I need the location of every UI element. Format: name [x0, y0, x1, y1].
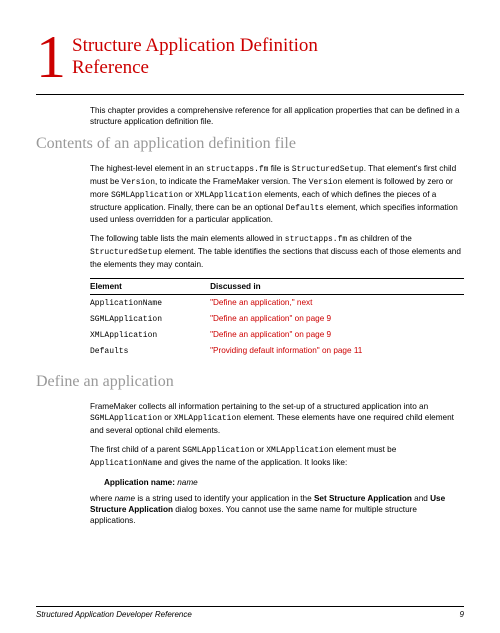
page-number: 9: [460, 610, 464, 619]
text: and gives the name of the application. I…: [162, 458, 347, 467]
code: XMLApplication: [266, 446, 333, 455]
code: SGMLApplication: [90, 414, 162, 423]
text: is a string used to identify your applic…: [135, 494, 314, 503]
chapter-title-line1: Structure Application Definition: [72, 35, 318, 56]
text: The highest-level element in an: [90, 164, 206, 173]
divider: [36, 94, 464, 95]
code: StructuredSetup: [292, 165, 364, 174]
variable: name: [115, 494, 135, 503]
text: element must be: [333, 445, 396, 454]
element-name: ApplicationName: [90, 299, 162, 308]
elements-table: Element Discussed in ApplicationName "De…: [90, 278, 464, 359]
code: SGMLApplication: [182, 446, 254, 455]
code: Version: [121, 178, 155, 187]
code: SGMLApplication: [111, 191, 183, 200]
section-heading-define: Define an application: [36, 373, 464, 391]
code: XMLApplication: [174, 414, 241, 423]
code: Version: [309, 178, 343, 187]
text: The first child of a parent: [90, 445, 182, 454]
table-row: Defaults "Providing default information"…: [90, 343, 464, 359]
code: ApplicationName: [90, 459, 162, 468]
section2-para1: FrameMaker collects all information pert…: [90, 401, 464, 436]
application-name-syntax: Application name: name: [104, 478, 464, 487]
table-row: XMLApplication "Define an application" o…: [90, 327, 464, 343]
element-name: SGMLApplication: [90, 315, 162, 324]
element-name: Defaults: [90, 347, 128, 356]
element-name: XMLApplication: [90, 331, 157, 340]
table-row: ApplicationName "Define an application,"…: [90, 295, 464, 312]
chapter-title: Structure Application Definition Referen…: [72, 35, 318, 79]
code: XMLApplication: [195, 191, 262, 200]
text: as children of the: [347, 234, 412, 243]
cross-reference-link[interactable]: "Providing default information" on page …: [210, 343, 464, 359]
text: where: [90, 494, 115, 503]
code: structapps.fm: [206, 165, 268, 174]
table-header-element: Element: [90, 279, 210, 295]
cross-reference-link[interactable]: "Define an application," next: [210, 295, 464, 312]
chapter-header: 1 Structure Application Definition Refer…: [36, 30, 464, 84]
table-row: SGMLApplication "Define an application" …: [90, 311, 464, 327]
param-label: Application name:: [104, 478, 175, 487]
text: or: [183, 190, 195, 199]
section-heading-contents: Contents of an application definition fi…: [36, 135, 464, 153]
cross-reference-link[interactable]: "Define an application" on page 9: [210, 327, 464, 343]
text: FrameMaker collects all information pert…: [90, 402, 428, 411]
code: Defaults: [286, 204, 324, 213]
page-footer: Structured Application Developer Referen…: [36, 606, 464, 619]
code: structapps.fm: [285, 235, 347, 244]
dialog-name: Set Structure Application: [314, 494, 412, 503]
footer-title: Structured Application Developer Referen…: [36, 610, 192, 619]
section2-para3: where name is a string used to identify …: [90, 493, 464, 526]
code: StructuredSetup: [90, 248, 162, 257]
section2-para2: The first child of a parent SGMLApplicat…: [90, 444, 464, 470]
chapter-title-line2: Reference: [72, 57, 149, 78]
text: and: [412, 494, 430, 503]
param-variable: name: [177, 478, 197, 487]
text: , to indicate the FrameMaker version. Th…: [155, 177, 309, 186]
text: file is: [268, 164, 291, 173]
section1-para1: The highest-level element in an structap…: [90, 163, 464, 225]
section1-para2: The following table lists the main eleme…: [90, 233, 464, 270]
chapter-number: 1: [36, 30, 66, 84]
text: The following table lists the main eleme…: [90, 234, 285, 243]
text: or: [162, 413, 174, 422]
intro-paragraph: This chapter provides a comprehensive re…: [90, 105, 464, 127]
table-header-discussed: Discussed in: [210, 279, 464, 295]
text: or: [254, 445, 266, 454]
cross-reference-link[interactable]: "Define an application" on page 9: [210, 311, 464, 327]
